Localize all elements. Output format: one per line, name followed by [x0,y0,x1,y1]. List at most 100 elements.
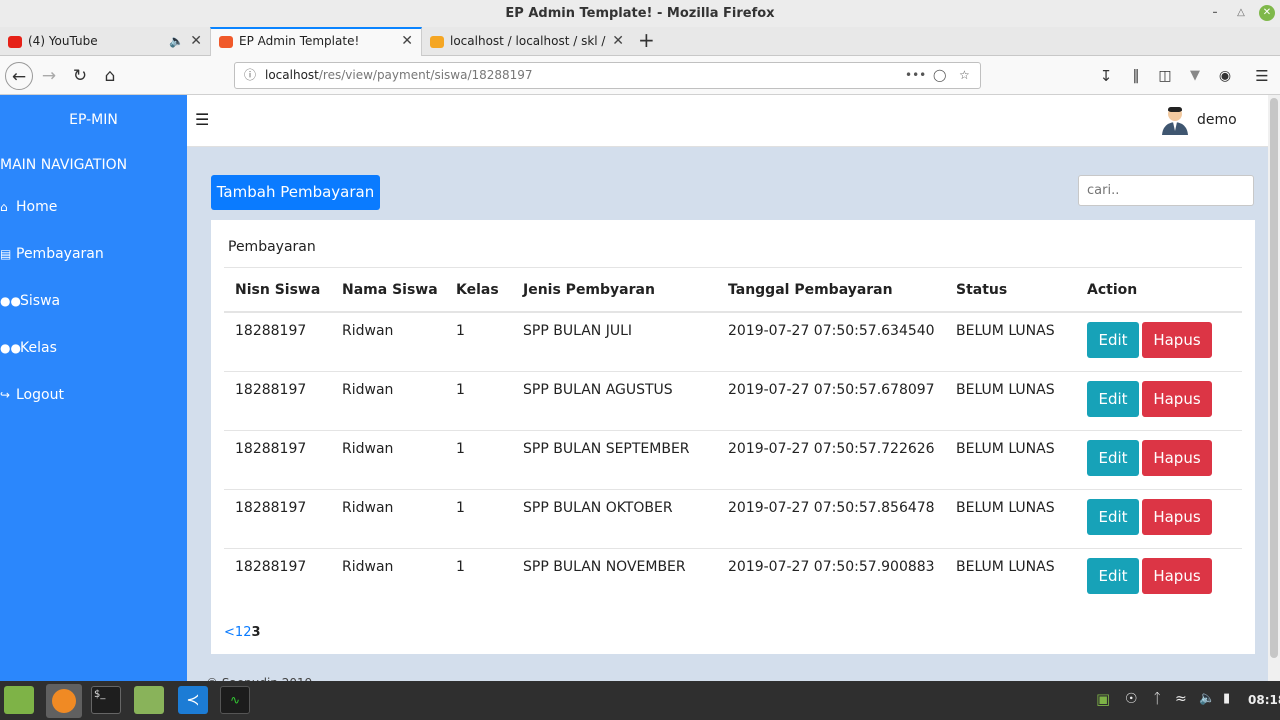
card-title: Pembayaran [228,239,316,255]
pagination: <123 [224,625,261,640]
page-scrollbar[interactable] [1268,95,1280,681]
delete-button[interactable]: Hapus [1142,439,1212,476]
cell-tanggal: 2019-07-27 07:50:57.678097 [717,371,945,431]
page-actions-icon[interactable]: ••• [905,63,926,88]
search-input[interactable] [1078,175,1254,206]
firefox-icon [52,689,76,713]
user-name[interactable]: demo [1197,112,1237,128]
list-icon: ▤ [0,247,12,261]
close-window-icon[interactable]: ✕ [1259,5,1275,21]
wifi-icon[interactable]: ≈ [1175,691,1187,707]
url-bar[interactable]: ⓘ localhost/res/view/payment/siswa/18288… [234,62,981,89]
download-icon[interactable]: ↧ [1092,62,1120,90]
files-icon[interactable] [134,686,164,714]
close-tab-icon[interactable]: ✕ [612,27,624,55]
scrollbar-thumb[interactable] [1270,98,1278,658]
new-tab-icon[interactable]: + [638,27,655,54]
edit-button[interactable]: Edit [1087,380,1139,417]
menu-icon[interactable]: ☰ [1248,62,1276,90]
speaker-icon[interactable]: 🔈 [169,27,184,55]
avatar[interactable] [1161,105,1189,135]
cell-kelas: 1 [445,371,512,431]
edit-button[interactable]: Edit [1087,498,1139,535]
window-titlebar: EP Admin Template! - Mozilla Firefox – △… [0,0,1280,27]
cell-tanggal: 2019-07-27 07:50:57.856478 [717,489,945,549]
delete-button[interactable]: Hapus [1142,557,1212,594]
sidebar-item-siswa[interactable]: ●●Siswa [0,293,60,309]
cell-jenis: SPP BULAN NOVEMBER [523,558,686,575]
logout-icon: ↪ [0,388,11,402]
terminal-icon[interactable]: $_ [91,686,121,714]
reload-icon[interactable]: ↻ [66,62,94,90]
volume-icon[interactable]: 🔈 [1199,691,1215,706]
delete-button[interactable]: Hapus [1142,380,1212,417]
brand-logo[interactable]: EP-MIN [0,112,187,128]
column-header: Nisn Siswa [224,268,331,313]
forward-icon[interactable]: → [35,62,63,90]
sidebar-item-label: Logout [16,387,64,403]
clock[interactable]: 08:18 [1248,693,1280,707]
security-shield-icon[interactable]: ☉ [1125,691,1138,707]
add-payment-button[interactable]: Tambah Pembayaran [211,175,380,210]
library-icon[interactable]: ‖ [1122,62,1150,90]
delete-button[interactable]: Hapus [1142,498,1212,535]
table-row: 18288197 Ridwan 1 SPP BULAN OKTOBER 2019… [224,489,1242,549]
pager-page-link[interactable]: 1 [235,625,243,640]
sidebar-item-home[interactable]: ⌂ Home [0,199,57,215]
bookmark-star-icon[interactable]: ☆ [959,63,970,88]
shield-icon[interactable]: ▼ [1181,62,1209,90]
cell-nama: Ridwan [331,312,445,372]
hamburger-icon[interactable]: ☰ [195,110,209,129]
cell-action: Edit Hapus [1076,548,1242,607]
account-icon[interactable]: ◉ [1211,62,1239,90]
table-header-row: Nisn Siswa Nama Siswa Kelas Jenis Pembya… [224,268,1242,313]
tab-youtube[interactable]: (4) YouTube 🔈 ✕ [0,27,210,56]
close-tab-icon[interactable]: ✕ [401,29,413,54]
cell-action: Edit Hapus [1076,430,1242,490]
back-icon[interactable]: ← [5,62,33,90]
pager-prev-link[interactable]: < [224,625,235,640]
cell-jenis: SPP BULAN AGUSTUS [512,371,717,431]
tab-ep-admin[interactable]: EP Admin Template! ✕ [210,27,422,56]
sidebar-toggle-icon[interactable]: ◫ [1151,62,1179,90]
system-monitor-icon[interactable]: ∿ [220,686,250,714]
info-icon[interactable]: ⓘ [244,63,256,88]
sidebar-item-kelas[interactable]: ●●Kelas [0,340,57,356]
cell-action: Edit Hapus [1076,489,1242,549]
sidebar-item-logout[interactable]: ↪ Logout [0,387,64,403]
cell-nisn: 18288197 [224,371,331,431]
sidebar-item-label: Kelas [20,340,57,356]
vscode-icon[interactable]: ≺ [178,686,208,714]
cell-status: BELUM LUNAS [945,312,1076,372]
cell-kelas: 1 [445,312,512,372]
edit-button[interactable]: Edit [1087,557,1139,594]
firefox-taskbar-item[interactable] [46,684,82,718]
sidebar-item-pembayaran[interactable]: ▤ Pembayaran [0,246,104,262]
mint-menu-icon[interactable] [4,686,34,714]
close-tab-icon[interactable]: ✕ [190,27,202,55]
cell-tanggal: 2019-07-27 07:50:57.634540 [717,312,945,372]
maximize-icon[interactable]: △ [1233,5,1249,21]
sidebar-item-label: Siswa [20,293,61,309]
edit-button[interactable]: Edit [1087,322,1139,358]
main-content: Tambah Pembayaran Pembayaran Nisn Siswa … [187,147,1268,681]
edit-button[interactable]: Edit [1087,439,1139,476]
delete-button[interactable]: Hapus [1142,322,1212,358]
column-header: Tanggal Pembayaran [717,268,945,313]
cell-nisn: 18288197 [235,558,307,575]
minimize-icon[interactable]: – [1207,5,1223,21]
tab-phpmyadmin[interactable]: localhost / localhost / skl / pen ✕ [422,27,632,56]
pocket-icon[interactable]: ◯ [933,63,946,88]
bluetooth-icon[interactable]: ᛏ [1153,691,1161,707]
cell-status: BELUM LUNAS [945,489,1076,549]
update-manager-icon[interactable]: ▣ [1096,690,1110,708]
cell-nisn: 18288197 [224,489,331,549]
xampp-icon [219,35,233,48]
home-nav-icon[interactable]: ⌂ [96,62,124,90]
cell-nama: Ridwan [331,489,445,549]
battery-icon[interactable]: ▮ [1223,691,1230,706]
cell-nama: Ridwan [342,558,394,575]
tab-label: (4) YouTube [28,34,98,48]
sidebar-item-label: Pembayaran [16,246,104,262]
payments-card: Pembayaran Nisn Siswa Nama Siswa Kelas J… [211,220,1255,654]
